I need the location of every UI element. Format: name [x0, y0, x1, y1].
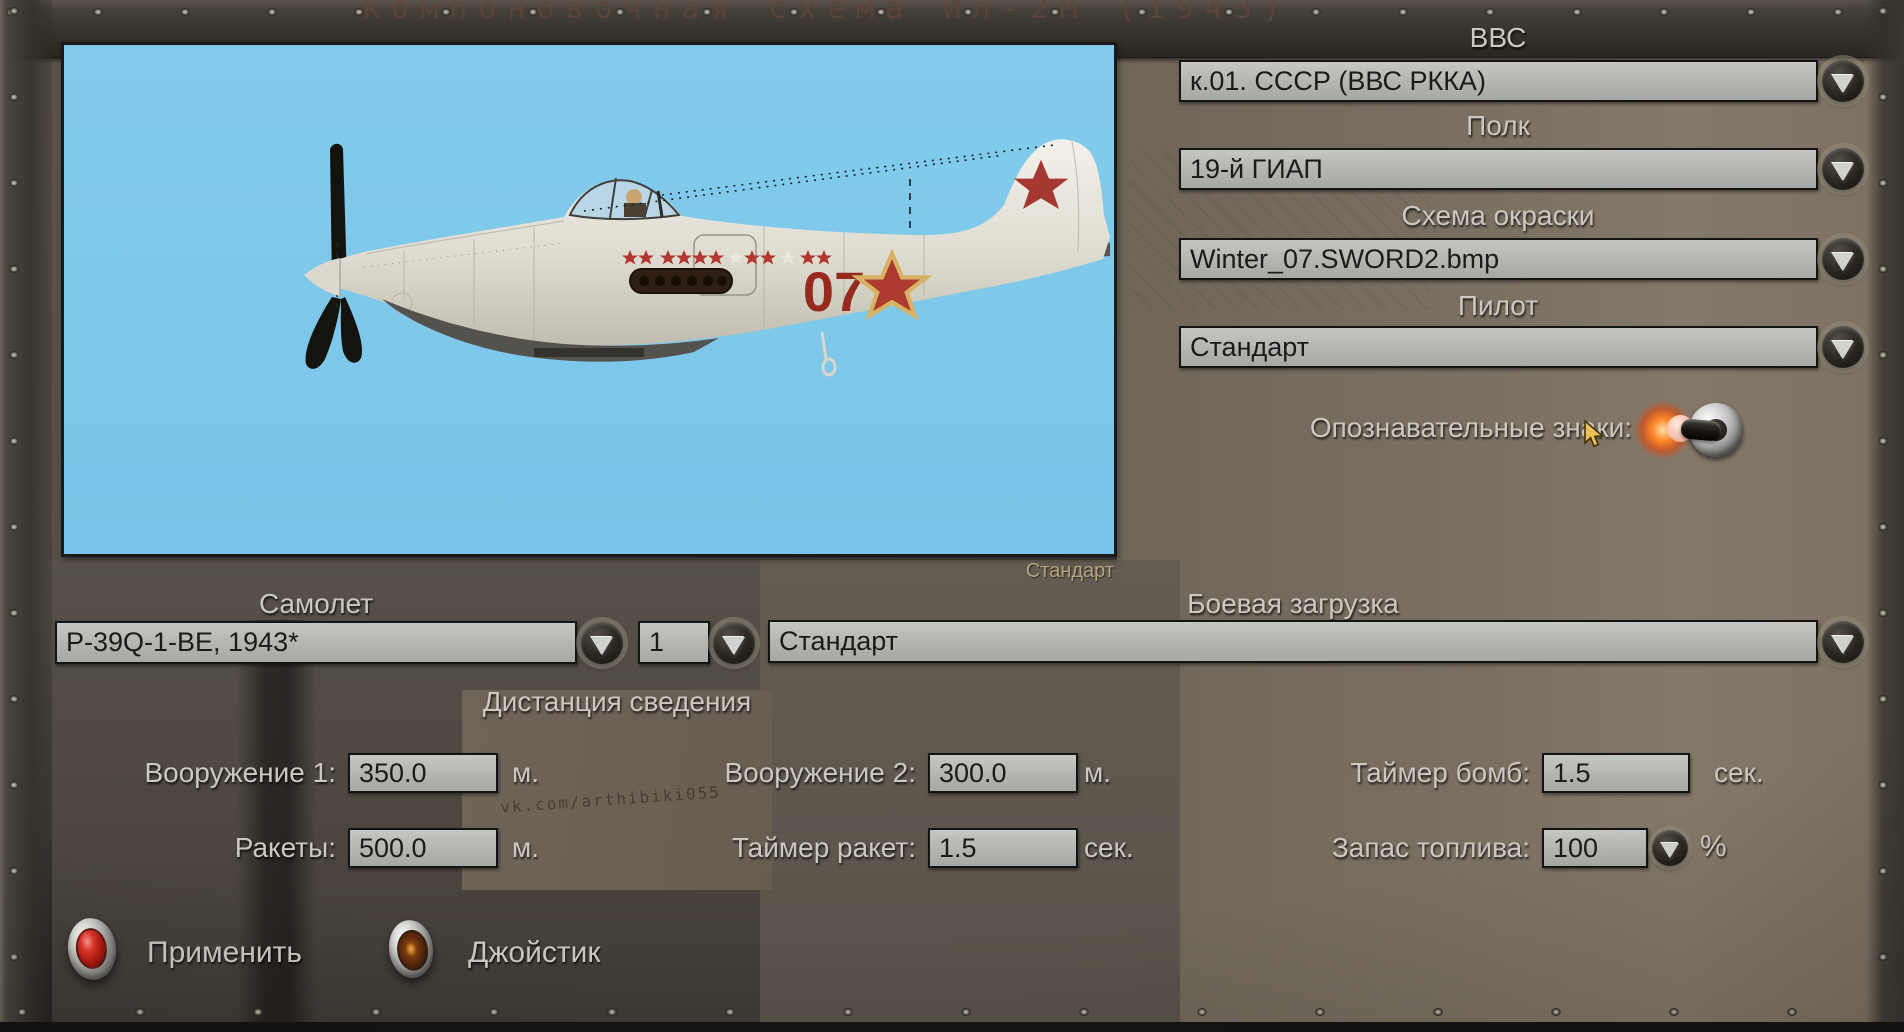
airforce-dropdown[interactable]: к.01. СССР (ВВС РККА) — [1179, 60, 1818, 102]
weapon1-input[interactable] — [348, 753, 498, 793]
aircraft-preview: 07 — [61, 42, 1117, 557]
rockets-label: Ракеты: — [234, 832, 336, 863]
regiment-label: Полк — [1466, 110, 1530, 141]
chevron-down-icon — [1832, 252, 1854, 271]
pilot-label: Пилот — [1457, 290, 1539, 321]
airforce-dropdown-arrow[interactable] — [1822, 60, 1864, 102]
apply-button-label: Применить — [147, 936, 303, 969]
rockets-unit: м. — [512, 832, 540, 863]
aircraft-dropdown[interactable]: P-39Q-1-BE, 1943* — [55, 621, 577, 664]
skin-label: Схема окраски — [1401, 200, 1595, 231]
loadout-dropdown-arrow[interactable] — [1822, 621, 1864, 663]
aircraft-side-view: 07 — [304, 139, 1110, 377]
rockets-input[interactable] — [348, 828, 498, 868]
fuel-dropdown-arrow[interactable] — [1652, 830, 1688, 866]
pilot-dropdown[interactable]: Стандарт — [1179, 326, 1818, 368]
skin-dropdown[interactable]: Winter_07.SWORD2.bmp — [1179, 238, 1818, 280]
loadout-dropdown[interactable]: Стандарт — [768, 620, 1818, 663]
chevron-down-icon — [1661, 842, 1679, 858]
convergence-title: Дистанция сведения — [482, 686, 752, 717]
fuel-label: Запас топлива: — [1331, 832, 1530, 863]
skin-dropdown-arrow[interactable] — [1822, 238, 1864, 280]
joystick-button-label: Джойстик — [468, 936, 601, 969]
preview-caption: Стандарт — [1025, 560, 1114, 582]
chevron-down-icon — [591, 636, 613, 655]
chevron-down-icon — [1832, 635, 1854, 654]
weapon2-label: Вооружение 2: — [724, 757, 916, 788]
weapon2-unit: м. — [1084, 757, 1112, 788]
amber-button-cap-icon — [385, 917, 437, 981]
chevron-down-icon — [1832, 162, 1854, 181]
pilot-dropdown-arrow[interactable] — [1822, 326, 1864, 368]
markings-toggle[interactable] — [1634, 396, 1750, 462]
airforce-label: ВВС — [1469, 22, 1527, 53]
tactical-number: 07 — [803, 260, 865, 323]
arming-screen: компоновочная схема Ил-2М (1943) vk.com/… — [0, 0, 1904, 1032]
aircraft-dropdown-arrow[interactable] — [581, 622, 623, 664]
regiment-dropdown-arrow[interactable] — [1822, 148, 1864, 190]
frame-bottom-strip — [0, 1022, 1904, 1032]
rocket-timer-input[interactable] — [928, 828, 1078, 868]
apply-button[interactable]: Применить — [64, 915, 388, 988]
bottom-rivet-row — [15, 1005, 1889, 1019]
joystick-button[interactable]: Джойстик — [385, 917, 709, 990]
rocket-timer-unit: сек. — [1084, 832, 1134, 863]
top-rivet-row — [4, 5, 1864, 19]
chevron-down-icon — [1832, 74, 1854, 93]
bomb-timer-unit: сек. — [1714, 757, 1764, 788]
mouse-cursor-icon — [1584, 419, 1605, 448]
aircraft-count-arrow[interactable] — [713, 622, 755, 664]
regiment-dropdown[interactable]: 19-й ГИАП — [1179, 148, 1818, 190]
bomb-timer-input[interactable] — [1542, 753, 1690, 793]
loadout-label: Боевая загрузка — [1187, 588, 1399, 619]
aircraft-label: Самолет — [258, 588, 374, 619]
weapon2-input[interactable] — [928, 753, 1078, 793]
right-rivet-column — [1876, 4, 1890, 1016]
aircraft-count-input[interactable] — [638, 621, 710, 664]
red-button-cap-icon — [64, 915, 120, 983]
toggle-lever-icon — [1680, 418, 1722, 442]
weapon1-unit: м. — [512, 757, 540, 788]
fuel-unit: % — [1700, 830, 1727, 863]
fuel-input[interactable] — [1542, 828, 1648, 868]
rocket-timer-label: Таймер ракет: — [731, 832, 916, 863]
left-rivet-column — [7, 4, 21, 1016]
chevron-down-icon — [723, 636, 745, 655]
markings-label: Опознавательные знаки: — [1309, 412, 1632, 443]
weapon1-label: Вооружение 1: — [144, 757, 336, 788]
bomb-timer-label: Таймер бомб: — [1350, 757, 1530, 788]
chevron-down-icon — [1832, 340, 1854, 359]
